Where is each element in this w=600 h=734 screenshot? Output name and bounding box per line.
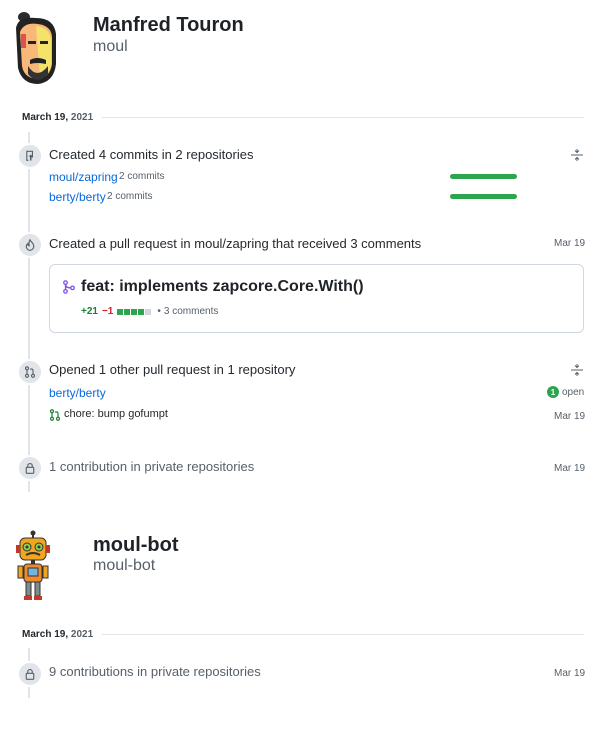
private-summary: 1 contribution in private repositories — [49, 459, 255, 474]
open-status: 1 open — [547, 386, 584, 398]
user-name[interactable]: moul-bot — [93, 534, 179, 557]
pr-date: Mar 19 — [554, 238, 586, 249]
pr-comments: 3 comments — [163, 306, 219, 317]
pr-title-link[interactable]: feat: implements zapcore.Core.With() — [81, 278, 364, 296]
user-avatar-bot[interactable] — [14, 530, 52, 602]
commit-repo-link[interactable]: berty/berty — [49, 190, 106, 204]
date-month: March 19, — [22, 112, 69, 123]
user-handle[interactable]: moul — [93, 38, 128, 56]
diffstat-squares — [117, 308, 152, 315]
pr-card[interactable] — [49, 264, 584, 333]
user-handle[interactable]: moul-bot — [93, 557, 155, 575]
private-summary: 9 contributions in private repositories — [49, 664, 261, 679]
other-pr-date: Mar 19 — [554, 411, 586, 422]
other-pr-title-link[interactable]: chore: bump gofumpt — [64, 408, 168, 420]
other-pr-repo-link[interactable]: berty/berty — [49, 386, 106, 400]
activity-date: March 19, 2021 — [22, 112, 93, 123]
pr-summary: Created a pull request in moul/zapring t… — [49, 236, 422, 251]
diffstat-square — [145, 308, 152, 315]
timeline-line — [28, 132, 30, 492]
date-year: 2021 — [70, 112, 94, 123]
additions: +21 — [81, 306, 98, 317]
commit-progress-bar — [450, 194, 517, 199]
git-pull-request-icon — [17, 359, 43, 385]
diffstat-square — [117, 308, 124, 315]
open-label: open — [562, 386, 585, 398]
lock-icon — [17, 661, 43, 687]
diffstat-square — [138, 308, 145, 315]
activity-date: March 19, 2021 — [22, 629, 93, 640]
deletions: −1 — [101, 306, 114, 317]
commit-count-link[interactable]: 2 commits — [119, 171, 165, 182]
date-divider — [102, 634, 584, 635]
commit-repo-link[interactable]: moul/zapring — [49, 170, 118, 184]
comments-separator: • — [157, 306, 161, 317]
open-count-badge: 1 — [547, 386, 559, 398]
private-date: Mar 19 — [554, 463, 586, 474]
diffstat-square — [131, 308, 138, 315]
commit-progress-bar — [450, 174, 517, 179]
user-avatar-manfred[interactable] — [10, 8, 62, 88]
fold-icon[interactable] — [571, 148, 583, 161]
lock-icon — [17, 455, 43, 481]
diffstat-square — [124, 308, 131, 315]
flame-icon — [17, 232, 43, 258]
git-merge-icon — [62, 280, 76, 294]
pr-open-icon — [49, 408, 61, 421]
date-divider — [102, 117, 584, 118]
commits-summary: Created 4 commits in 2 repositories — [49, 147, 254, 162]
date-month: March 19, — [22, 629, 69, 640]
user-name[interactable]: Manfred Touron — [93, 14, 244, 37]
repo-push-icon — [17, 143, 43, 169]
pr-diffstat: +21 −1 • 3 comments — [81, 306, 218, 317]
date-year: 2021 — [70, 629, 94, 640]
other-pr-summary: Opened 1 other pull request in 1 reposit… — [49, 362, 296, 377]
fold-icon[interactable] — [571, 363, 583, 376]
private-date: Mar 19 — [554, 668, 586, 679]
commit-count-link[interactable]: 2 commits — [107, 191, 153, 202]
